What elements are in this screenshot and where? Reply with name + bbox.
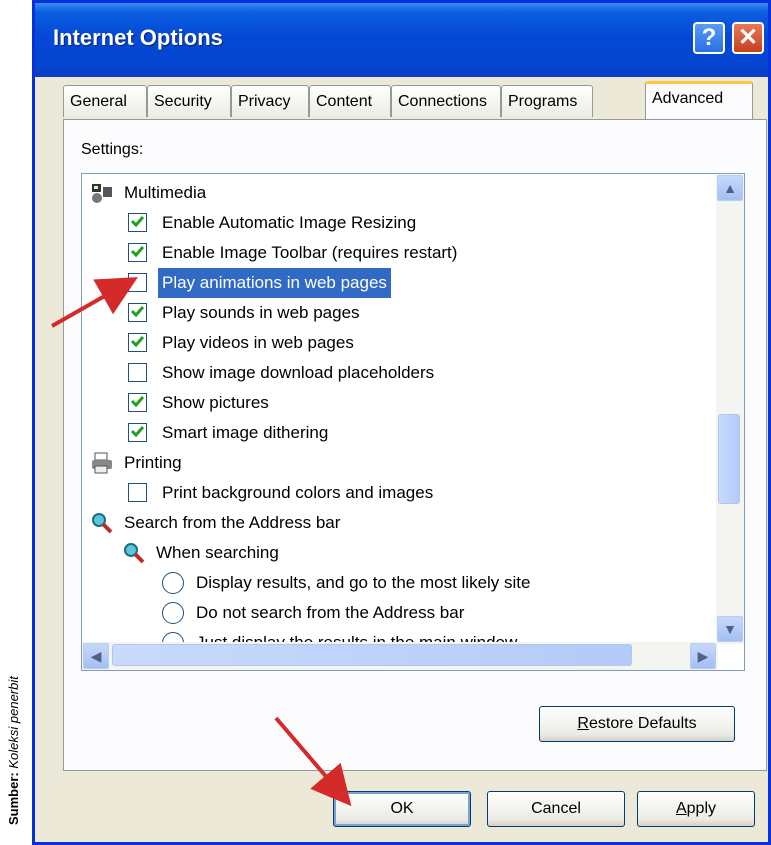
checkmark-icon: [131, 246, 144, 258]
printer-icon: [92, 452, 112, 474]
internet-options-dialog: Internet Options ? ✕ General Security Pr…: [32, 0, 771, 845]
cancel-button[interactable]: Cancel: [487, 791, 625, 827]
scroll-down-button[interactable]: ▼: [717, 616, 743, 642]
checkmark-icon: [131, 336, 144, 348]
multimedia-icon: [92, 184, 112, 203]
scroll-left-button[interactable]: ◀: [83, 643, 109, 669]
source-caption: Sumber: Koleksi penerbit: [6, 676, 21, 825]
magnifier-icon: [92, 513, 113, 534]
tab-general[interactable]: General: [63, 85, 147, 117]
scroll-right-button[interactable]: ▶: [690, 643, 716, 669]
scroll-up-button[interactable]: ▲: [717, 175, 743, 201]
checkmark-icon: [131, 306, 144, 318]
tab-programs[interactable]: Programs: [501, 85, 593, 117]
checkbox-unchecked[interactable]: [128, 273, 147, 292]
tab-content[interactable]: Content: [309, 85, 391, 117]
apply-button[interactable]: Apply: [637, 791, 755, 827]
checkbox-unchecked[interactable]: [128, 483, 147, 502]
checkbox-checked[interactable]: [128, 303, 147, 322]
checkbox-unchecked[interactable]: [128, 363, 147, 382]
radio-button[interactable]: [162, 572, 184, 594]
vertical-scrollbar[interactable]: ▲ ▼: [716, 174, 744, 644]
tab-advanced[interactable]: Advanced: [645, 81, 753, 119]
horizontal-scrollbar[interactable]: ◀ ▶: [82, 642, 718, 670]
checkbox-checked[interactable]: [128, 333, 147, 352]
ok-button[interactable]: OK: [333, 791, 471, 827]
checkmark-icon: [131, 426, 144, 438]
checkbox-checked[interactable]: [128, 423, 147, 442]
magnifier-icon: [124, 543, 145, 564]
checkbox-checked[interactable]: [128, 243, 147, 262]
tab-privacy[interactable]: Privacy: [231, 85, 309, 117]
help-button[interactable]: ?: [693, 22, 725, 54]
settings-label: Settings:: [81, 141, 144, 158]
settings-list[interactable]: Multimedia Enable Automatic Image Resizi…: [81, 173, 745, 671]
restore-defaults-button[interactable]: Restore Defaults: [539, 706, 735, 742]
radio-button[interactable]: [162, 602, 184, 624]
scroll-thumb[interactable]: [718, 414, 740, 504]
checkmark-icon: [131, 396, 144, 408]
window-title: Internet Options: [53, 25, 223, 50]
checkbox-checked[interactable]: [128, 393, 147, 412]
tab-connections[interactable]: Connections: [391, 85, 501, 117]
checkmark-icon: [131, 216, 144, 228]
title-bar: Internet Options ? ✕: [35, 3, 768, 77]
close-button[interactable]: ✕: [732, 22, 764, 54]
tab-security[interactable]: Security: [147, 85, 231, 117]
scroll-thumb-horizontal[interactable]: [112, 644, 632, 666]
checkbox-checked[interactable]: [128, 213, 147, 232]
